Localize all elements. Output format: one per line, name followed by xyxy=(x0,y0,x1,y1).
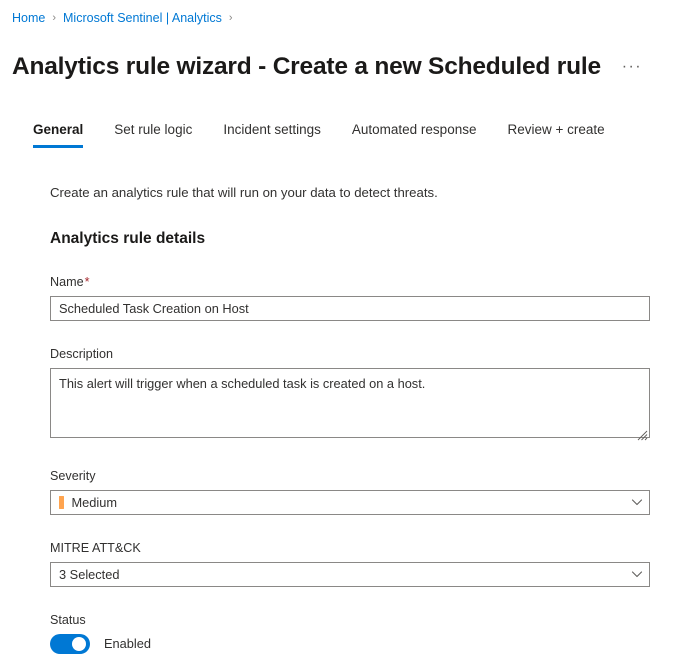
chevron-down-icon xyxy=(631,499,643,506)
chevron-down-icon xyxy=(631,571,643,578)
tab-incident-settings[interactable]: Incident settings xyxy=(223,121,321,148)
page-title: Analytics rule wizard - Create a new Sch… xyxy=(12,53,601,81)
mitre-label: MITRE ATT&CK xyxy=(50,540,141,555)
tab-automated-response[interactable]: Automated response xyxy=(352,121,477,148)
required-marker: * xyxy=(84,274,90,289)
status-toggle-row: Enabled xyxy=(50,633,650,654)
general-tab-panel: Create an analytics rule that will run o… xyxy=(0,183,675,654)
breadcrumb-separator-icon: › xyxy=(52,11,57,24)
tab-review-create[interactable]: Review + create xyxy=(507,121,604,148)
field-mitre-attack: MITRE ATT&CK 3 Selected xyxy=(50,540,650,587)
description-label: Description xyxy=(50,346,113,361)
name-label: Name* xyxy=(50,274,650,291)
breadcrumb-separator-icon: › xyxy=(228,11,233,24)
breadcrumb-item-microsoft-sentinel-analytics[interactable]: Microsoft Sentinel | Analytics xyxy=(63,10,222,26)
description-textarea[interactable] xyxy=(50,367,650,438)
tab-set-rule-logic[interactable]: Set rule logic xyxy=(114,121,192,148)
severity-value: Medium xyxy=(71,494,118,510)
breadcrumb: Home › Microsoft Sentinel | Analytics › xyxy=(0,0,675,26)
field-severity: Severity Medium xyxy=(50,468,650,515)
mitre-value: 3 Selected xyxy=(59,566,120,582)
severity-color-indicator xyxy=(59,495,64,509)
toggle-knob xyxy=(72,636,86,651)
status-toggle[interactable] xyxy=(50,633,90,654)
page-title-row: Analytics rule wizard - Create a new Sch… xyxy=(0,26,675,100)
severity-dropdown[interactable]: Medium xyxy=(50,489,650,515)
status-toggle-label: Enabled xyxy=(104,636,151,652)
name-input[interactable] xyxy=(50,295,650,321)
wizard-tabs: General Set rule logic Incident settings… xyxy=(0,121,675,159)
field-description: Description xyxy=(50,346,650,443)
section-heading-analytics-rule-details: Analytics rule details xyxy=(50,229,206,247)
intro-text: Create an analytics rule that will run o… xyxy=(50,184,438,200)
severity-label: Severity xyxy=(50,468,96,483)
tab-general[interactable]: General xyxy=(33,121,84,148)
name-label-text: Name xyxy=(50,274,84,289)
field-name: Name* xyxy=(50,274,650,321)
status-label: Status xyxy=(50,612,86,627)
mitre-dropdown[interactable]: 3 Selected xyxy=(50,561,650,587)
field-status: Status Enabled xyxy=(50,612,650,654)
more-options-icon[interactable]: ··· xyxy=(619,54,645,80)
breadcrumb-item-home[interactable]: Home xyxy=(12,10,45,26)
description-textarea-wrap xyxy=(50,367,650,443)
